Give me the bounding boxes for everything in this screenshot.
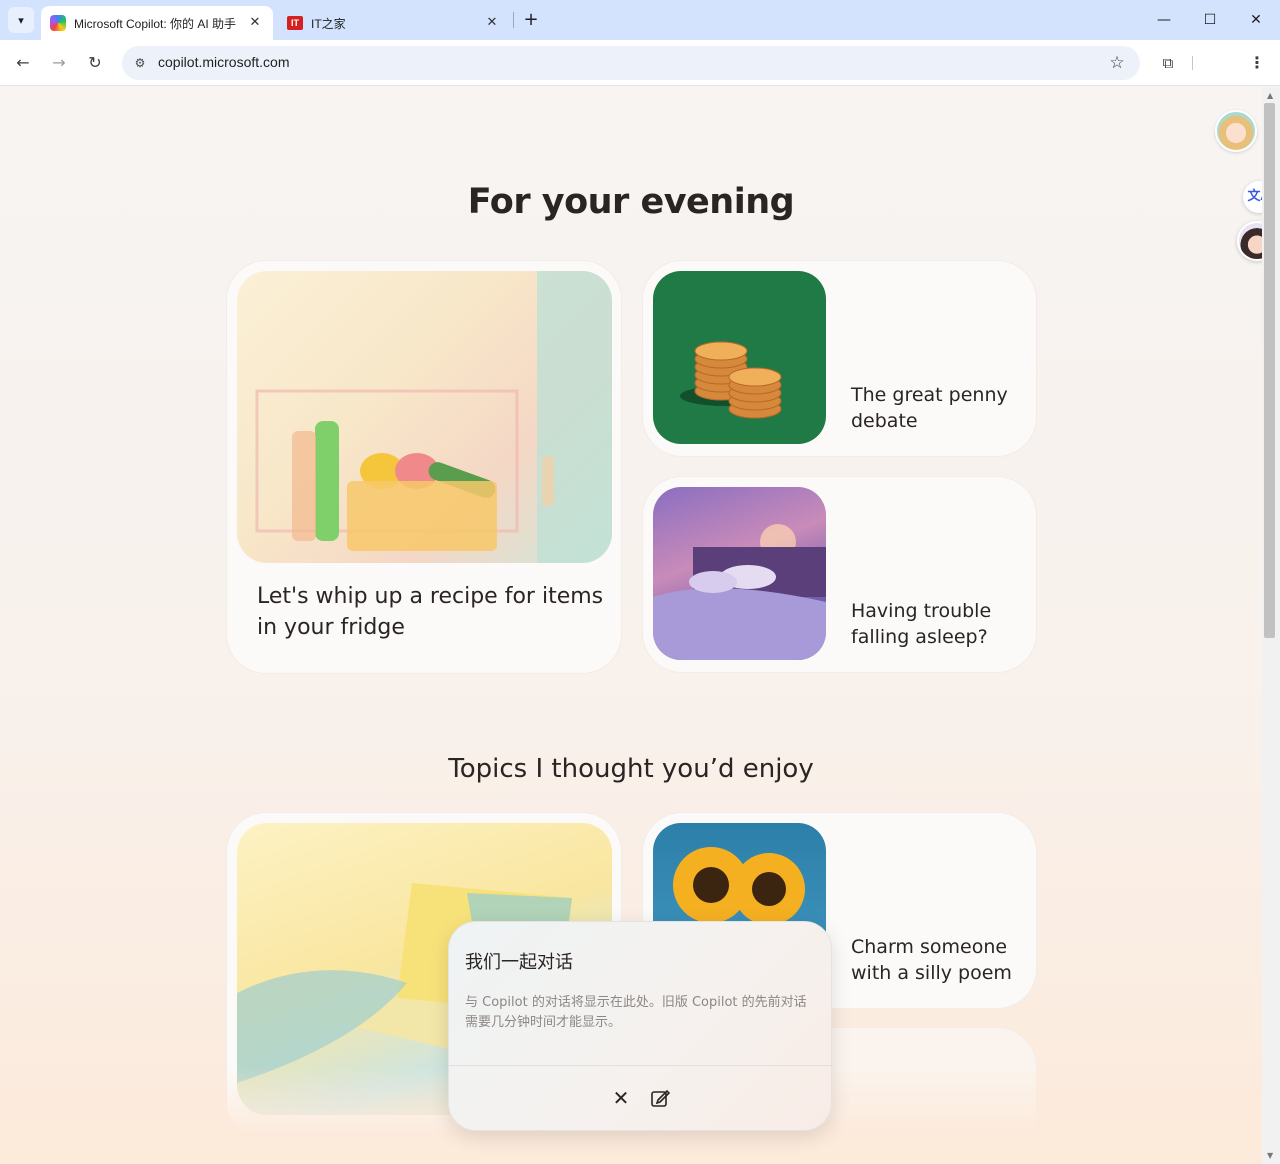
new-tab-button[interactable]: +: [520, 9, 542, 31]
popup-divider: [449, 1065, 833, 1066]
minimize-button[interactable]: —: [1152, 8, 1176, 32]
scrollbar-thumb[interactable]: [1264, 103, 1275, 638]
site-info-icon[interactable]: ⚙: [130, 53, 150, 73]
bed-image: [653, 487, 826, 660]
toolbar-divider: [1192, 56, 1193, 70]
copilot-page: For your evening Let's whip up a recipe …: [0, 87, 1262, 1164]
scroll-down-icon[interactable]: ▼: [1267, 1151, 1273, 1160]
page-scrollbar[interactable]: ▲ ▼: [1262, 87, 1280, 1164]
fridge-image: [237, 271, 612, 563]
card-fridge-recipe[interactable]: Let's whip up a recipe for items in your…: [226, 260, 622, 674]
browser-toolbar: ← → ↻ ⚙ copilot.microsoft.com ☆ ⧉ ⋮: [0, 40, 1280, 86]
tab-close-icon[interactable]: ✕: [247, 14, 263, 30]
new-chat-edit-icon[interactable]: [646, 1084, 674, 1112]
card-poem-text: Charm someone with a silly poem: [851, 936, 1012, 984]
tab-divider: [513, 12, 514, 28]
tab-title: IT之家: [311, 16, 346, 31]
popup-description: 与 Copilot 的对话将显示在此处。旧版 Copilot 的先前对话需要几分…: [465, 995, 807, 1030]
back-button[interactable]: ←: [11, 51, 35, 75]
close-icon[interactable]: ✕: [607, 1084, 635, 1112]
profile-avatar[interactable]: [1215, 110, 1257, 152]
tab-search-button[interactable]: ▾: [8, 7, 34, 33]
extensions-icon[interactable]: ⧉: [1156, 51, 1180, 75]
section-heading-evening: For your evening: [467, 182, 795, 222]
section-heading-topics: Topics I thought you’d enjoy: [448, 754, 814, 784]
card-penny-debate[interactable]: The great penny debate: [642, 260, 1037, 457]
url-text[interactable]: copilot.microsoft.com: [158, 54, 289, 70]
copilot-favicon-icon: [50, 15, 66, 31]
tab-close-icon[interactable]: ✕: [484, 14, 500, 30]
conversation-popup: 我们一起对话 与 Copilot 的对话将显示在此处。旧版 Copilot 的先…: [448, 921, 833, 1131]
forward-button[interactable]: →: [47, 51, 71, 75]
tab-strip: ▾ Microsoft Copilot: 你的 AI 助手 ✕ IT IT之家 …: [0, 0, 1280, 40]
card-sleep-text: Having trouble falling asleep?: [851, 600, 992, 648]
card-penny-text: The great penny debate: [851, 384, 1008, 432]
tab-copilot[interactable]: Microsoft Copilot: 你的 AI 助手 ✕: [41, 6, 273, 40]
tab-title: Microsoft Copilot: 你的 AI 助手: [74, 16, 237, 31]
coins-image: [653, 271, 826, 444]
reload-button[interactable]: ↻: [83, 51, 107, 75]
window-close-button[interactable]: ✕: [1244, 8, 1268, 32]
card-sleep[interactable]: Having trouble falling asleep?: [642, 476, 1037, 673]
tab-ithome[interactable]: IT IT之家 ✕: [278, 6, 510, 40]
bookmark-star-icon[interactable]: ☆: [1106, 52, 1128, 74]
ithome-favicon-icon: IT: [287, 16, 303, 30]
card-fridge-text: Let's whip up a recipe for items in your…: [257, 584, 604, 640]
address-bar[interactable]: ⚙ copilot.microsoft.com ☆: [122, 46, 1140, 80]
more-menu-icon[interactable]: ⋮: [1245, 51, 1269, 75]
popup-title: 我们一起对话: [465, 952, 573, 973]
scroll-up-icon[interactable]: ▲: [1267, 91, 1273, 100]
maximize-button[interactable]: ☐: [1198, 8, 1222, 32]
